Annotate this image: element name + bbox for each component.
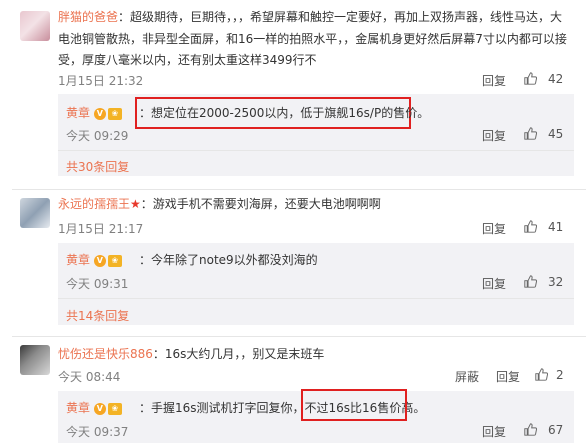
username[interactable]: 胖猫的爸爸 — [58, 10, 118, 24]
reply-button[interactable]: 回复 — [482, 127, 506, 144]
more-replies-link[interactable]: 共30条回复 — [66, 158, 129, 175]
divider — [58, 298, 574, 299]
v-badge-icon: V — [93, 402, 106, 415]
username[interactable]: 黄章 — [66, 106, 90, 120]
thumbs-up-icon[interactable] — [535, 368, 548, 381]
divider — [58, 150, 574, 151]
thumbs-up-icon[interactable] — [524, 127, 537, 140]
thumbs-up-icon[interactable] — [524, 423, 537, 436]
divider — [12, 189, 586, 190]
timestamp: 今天 09:29 — [66, 129, 129, 143]
thumbs-up-icon[interactable] — [524, 220, 537, 233]
reply-button[interactable]: 回复 — [482, 423, 506, 440]
sub-reply-user: 黄章 V ❀ — [66, 102, 122, 124]
comment-text: 胖猫的爸爸：超级期待，巨期待，，，希望屏幕和触控一定要好，再加上双扬声器，线性马… — [58, 10, 563, 24]
comment-text: 忧伤还是快乐886：16s大约几月，，别又是末班车 — [58, 347, 325, 361]
timestamp: 1月15日 21:32 — [58, 74, 144, 88]
level-badge-icon: ❀ — [107, 402, 122, 415]
sub-reply-text: ：今年除了note9以外都没刘海的 — [139, 253, 318, 267]
timestamp: 今天 09:37 — [66, 425, 129, 439]
sub-reply-user: 黄章 V ❀ — [66, 397, 122, 419]
sub-reply-text: ：想定位在2000-2500以内，低于旗舰16s/P的售价。 — [139, 106, 430, 120]
timestamp: 1月15日 21:17 — [58, 222, 144, 236]
comment-text-line2: 电池铜管散热，非异型全面屏，和16一样的拍照水平，，金属机身更好然后屏幕7寸以内… — [58, 32, 567, 46]
reply-button[interactable]: 回复 — [482, 220, 506, 237]
timestamp: 今天 08:44 — [58, 370, 121, 384]
like-count: 67 — [548, 423, 564, 437]
like-count: 42 — [548, 72, 564, 86]
reply-button[interactable]: 回复 — [482, 275, 506, 292]
avatar[interactable] — [20, 345, 50, 375]
sub-reply-user: 黄章 V ❀ — [66, 249, 122, 271]
thumbs-up-icon[interactable] — [524, 275, 537, 288]
more-replies-link[interactable]: 共14条回复 — [66, 307, 129, 324]
like-count: 2 — [556, 368, 564, 382]
highlight-box — [301, 389, 407, 421]
v-badge-icon: V — [93, 254, 106, 267]
divider — [12, 336, 586, 337]
star-icon: ★ — [130, 197, 141, 211]
level-badge-icon: ❀ — [107, 254, 122, 267]
avatar[interactable] — [20, 11, 50, 41]
username[interactable]: 永远的孺孺王 — [58, 197, 130, 211]
thumbs-up-icon[interactable] — [524, 72, 537, 85]
like-count: 41 — [548, 220, 564, 234]
reply-button[interactable]: 回复 — [482, 72, 506, 89]
like-count: 45 — [548, 127, 564, 141]
avatar[interactable] — [20, 198, 50, 228]
timestamp: 今天 09:31 — [66, 277, 129, 291]
v-badge-icon: V — [93, 107, 106, 120]
like-count: 32 — [548, 275, 564, 289]
username[interactable]: 忧伤还是快乐886 — [58, 347, 153, 361]
level-badge-icon: ❀ — [107, 107, 122, 120]
reply-button[interactable]: 回复 — [496, 368, 520, 385]
username[interactable]: 黄章 — [66, 401, 90, 415]
username[interactable]: 黄章 — [66, 253, 90, 267]
comment-text-line3: 受，厚度八毫米以内，还有别太重这样3499行不 — [58, 53, 317, 67]
comment-text: 永远的孺孺王★：游戏手机不需要刘海屏，还要大电池啊啊啊 — [58, 197, 381, 211]
block-button[interactable]: 屏蔽 — [455, 368, 479, 385]
